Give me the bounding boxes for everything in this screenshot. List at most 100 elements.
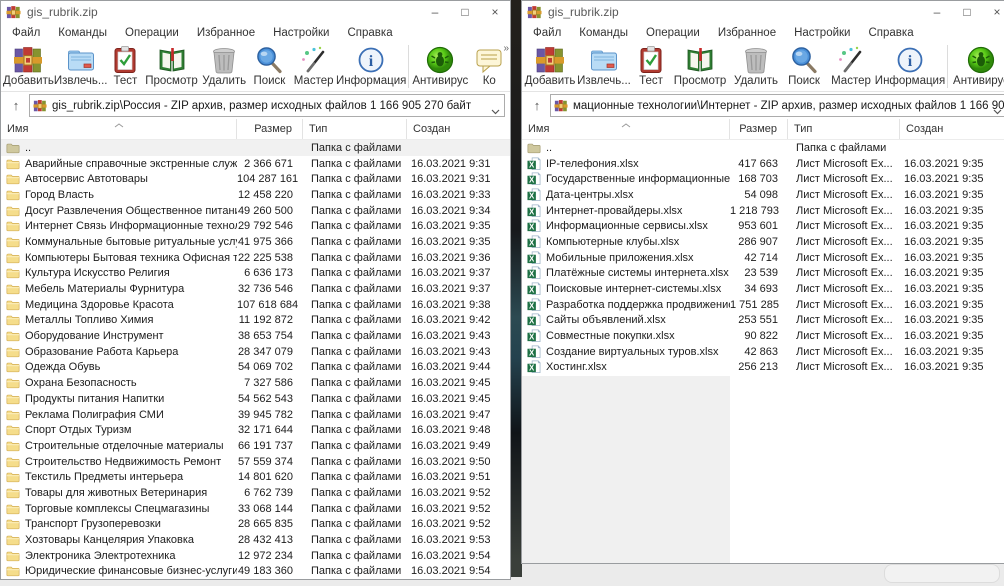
column-header-created[interactable]: Создан xyxy=(900,119,1004,139)
menu-item-файл[interactable]: Файл xyxy=(524,27,570,39)
close-button[interactable]: × xyxy=(982,1,1004,23)
toolbar-button-add-archive[interactable]: Добавить xyxy=(3,42,54,91)
menu-item-команды[interactable]: Команды xyxy=(570,27,637,39)
menu-item-операции[interactable]: Операции xyxy=(637,27,709,39)
toolbar-button-wizard[interactable]: Мастер xyxy=(826,42,876,91)
file-row[interactable]: XКомпьютерные клубы.xlsx286 907Лист Micr… xyxy=(522,234,1004,250)
toolbar-button-info[interactable]: iИнформация xyxy=(876,42,944,91)
toolbar-button-extract[interactable]: Извлечь... xyxy=(576,42,632,91)
file-row[interactable]: Металлы Топливо Химия11 192 872Папка с ф… xyxy=(1,313,510,329)
up-button[interactable]: ↑ xyxy=(524,95,550,117)
toolbar-button-view[interactable]: Просмотр xyxy=(670,42,730,91)
toolbar-button-test[interactable]: Тест xyxy=(108,42,144,91)
file-row[interactable]: Юридические финансовые бизнес-услуги49 1… xyxy=(1,564,510,580)
file-row[interactable]: XСоздание виртуальных туров.xlsx42 863Ли… xyxy=(522,344,1004,360)
file-row[interactable]: Продукты питания Напитки54 562 543Папка … xyxy=(1,391,510,407)
toolbar-button-view[interactable]: Просмотр xyxy=(143,42,199,91)
file-row[interactable]: XМобильные приложения.xlsx42 714Лист Mic… xyxy=(522,250,1004,266)
file-row[interactable]: XСовместные покупки.xlsx90 822Лист Micro… xyxy=(522,328,1004,344)
file-row[interactable]: Город Власть12 458 220Папка с файлами16.… xyxy=(1,187,510,203)
column-header-size[interactable]: Размер xyxy=(237,119,303,139)
column-header-name[interactable]: Имя xyxy=(522,119,730,139)
toolbar-button-delete[interactable]: Удалить xyxy=(200,42,249,91)
file-row[interactable]: XИнформационные сервисы.xlsx953 601Лист … xyxy=(522,218,1004,234)
file-row[interactable]: Коммунальные бытовые ритуальные услуги41… xyxy=(1,234,510,250)
titlebar[interactable]: gis_rubrik.zip – □ × xyxy=(522,1,1004,23)
address-bar[interactable]: gis_rubrik.zip\Россия - ZIP архив, разме… xyxy=(29,94,505,117)
file-row[interactable]: XРазработка поддержка продвижение ...1 7… xyxy=(522,297,1004,313)
toolbar-button-search[interactable]: Поиск xyxy=(782,42,826,91)
file-row[interactable]: Аварийные справочные экстренные службы2 … xyxy=(1,156,510,172)
toolbar-button-label: Поиск xyxy=(253,75,285,87)
file-row[interactable]: ..Папка с файлами xyxy=(1,140,510,156)
toolbar-button-add-archive[interactable]: Добавить xyxy=(524,42,576,91)
file-row[interactable]: Охрана Безопасность7 327 586Папка с файл… xyxy=(1,375,510,391)
file-row[interactable]: ..Папка с файлами xyxy=(522,140,1004,156)
column-header-created[interactable]: Создан xyxy=(407,119,510,139)
file-row[interactable]: XИнтернет-провайдеры.xlsx1 218 793Лист M… xyxy=(522,203,1004,219)
menu-item-справка[interactable]: Справка xyxy=(859,27,922,39)
column-header-size[interactable]: Размер xyxy=(730,119,788,139)
menu-item-настройки[interactable]: Настройки xyxy=(785,27,859,39)
file-row[interactable]: Электроника Электротехника12 972 234Папк… xyxy=(1,548,510,564)
address-dropdown-icon[interactable] xyxy=(491,102,500,117)
address-bar[interactable]: мационные технологии\Интернет - ZIP архи… xyxy=(550,94,1004,117)
file-row[interactable]: XГосударственные информационные с...168 … xyxy=(522,171,1004,187)
file-row[interactable]: Мебель Материалы Фурнитура32 736 546Папк… xyxy=(1,281,510,297)
menu-item-операции[interactable]: Операции xyxy=(116,27,188,39)
menu-item-настройки[interactable]: Настройки xyxy=(264,27,338,39)
file-row[interactable]: XПоисковые интернет-системы.xlsx34 693Ли… xyxy=(522,281,1004,297)
toolbar-button-extract[interactable]: Извлечь... xyxy=(54,42,108,91)
file-row[interactable]: Оборудование Инструмент38 653 754Папка с… xyxy=(1,328,510,344)
toolbar-button-antivirus[interactable]: Антивирус xyxy=(412,42,468,91)
close-button[interactable]: × xyxy=(480,1,510,23)
file-row[interactable]: Текстиль Предметы интерьера14 801 620Пап… xyxy=(1,469,510,485)
file-size-cell: 49 183 360 xyxy=(237,565,303,577)
file-row[interactable]: Строительные отделочные материалы66 191 … xyxy=(1,438,510,454)
toolbar-button-wizard[interactable]: Мастер xyxy=(290,42,337,91)
minimize-button[interactable]: – xyxy=(420,1,450,23)
address-dropdown-icon[interactable] xyxy=(993,102,1002,117)
file-row[interactable]: Транспорт Грузоперевозки28 665 835Папка … xyxy=(1,517,510,533)
file-size-cell: 54 562 543 xyxy=(237,393,303,405)
file-row[interactable]: Одежда Обувь54 069 702Папка с файлами16.… xyxy=(1,360,510,376)
toolbar-button-test[interactable]: Тест xyxy=(632,42,670,91)
toolbar-button-info[interactable]: iИнформация xyxy=(337,42,405,91)
file-row[interactable]: Реклама Полиграфия СМИ39 945 782Папка с … xyxy=(1,407,510,423)
file-row[interactable]: XСайты объявлений.xlsx253 551Лист Micros… xyxy=(522,313,1004,329)
file-row[interactable]: Спорт Отдых Туризм32 171 644Папка с файл… xyxy=(1,422,510,438)
file-row[interactable]: Интернет Связь Информационные технологии… xyxy=(1,218,510,234)
file-row[interactable]: Строительство Недвижимость Ремонт57 559 … xyxy=(1,454,510,470)
toolbar-button-delete[interactable]: Удалить xyxy=(730,42,782,91)
file-row[interactable]: XIP-телефония.xlsx417 663Лист Microsoft … xyxy=(522,156,1004,172)
menu-item-команды[interactable]: Команды xyxy=(49,27,116,39)
menu-item-справка[interactable]: Справка xyxy=(338,27,401,39)
file-row[interactable]: Хозтовары Канцелярия Упаковка28 432 413П… xyxy=(1,532,510,548)
menu-item-избранное[interactable]: Избранное xyxy=(188,27,264,39)
file-row[interactable]: XХостинг.xlsx256 213Лист Microsoft Ex...… xyxy=(522,360,1004,376)
column-header-type[interactable]: Тип xyxy=(303,119,407,139)
maximize-button[interactable]: □ xyxy=(952,1,982,23)
menu-item-избранное[interactable]: Избранное xyxy=(709,27,785,39)
file-row[interactable]: Образование Работа Карьера28 347 079Папк… xyxy=(1,344,510,360)
file-row[interactable]: Досуг Развлечения Общественное питание49… xyxy=(1,203,510,219)
file-row[interactable]: Культура Искусство Религия6 636 173Папка… xyxy=(1,266,510,282)
maximize-button[interactable]: □ xyxy=(450,1,480,23)
file-row[interactable]: Автосервис Автотовары104 287 161Папка с … xyxy=(1,171,510,187)
up-button[interactable]: ↑ xyxy=(3,95,29,117)
file-row[interactable]: XПлатёжные системы интернета.xlsx23 539Л… xyxy=(522,266,1004,282)
column-header-name[interactable]: Имя xyxy=(1,119,237,139)
file-row[interactable]: Медицина Здоровье Красота107 618 684Папк… xyxy=(1,297,510,313)
toolbar-overflow-icon[interactable]: » xyxy=(503,43,508,54)
column-header-type[interactable]: Тип xyxy=(788,119,900,139)
file-row[interactable]: Товары для животных Ветеринария6 762 739… xyxy=(1,485,510,501)
file-row[interactable]: Торговые комплексы Спецмагазины33 068 14… xyxy=(1,501,510,517)
minimize-button[interactable]: – xyxy=(922,1,952,23)
file-type-cell: Лист Microsoft Ex... xyxy=(788,283,900,295)
file-row[interactable]: XДата-центры.xlsx54 098Лист Microsoft Ex… xyxy=(522,187,1004,203)
titlebar[interactable]: gis_rubrik.zip – □ × xyxy=(1,1,510,23)
toolbar-button-search[interactable]: Поиск xyxy=(249,42,290,91)
file-row[interactable]: Компьютеры Бытовая техника Офисная техни… xyxy=(1,250,510,266)
toolbar-button-antivirus[interactable]: Антивирус xyxy=(951,42,1004,91)
menu-item-файл[interactable]: Файл xyxy=(3,27,49,39)
